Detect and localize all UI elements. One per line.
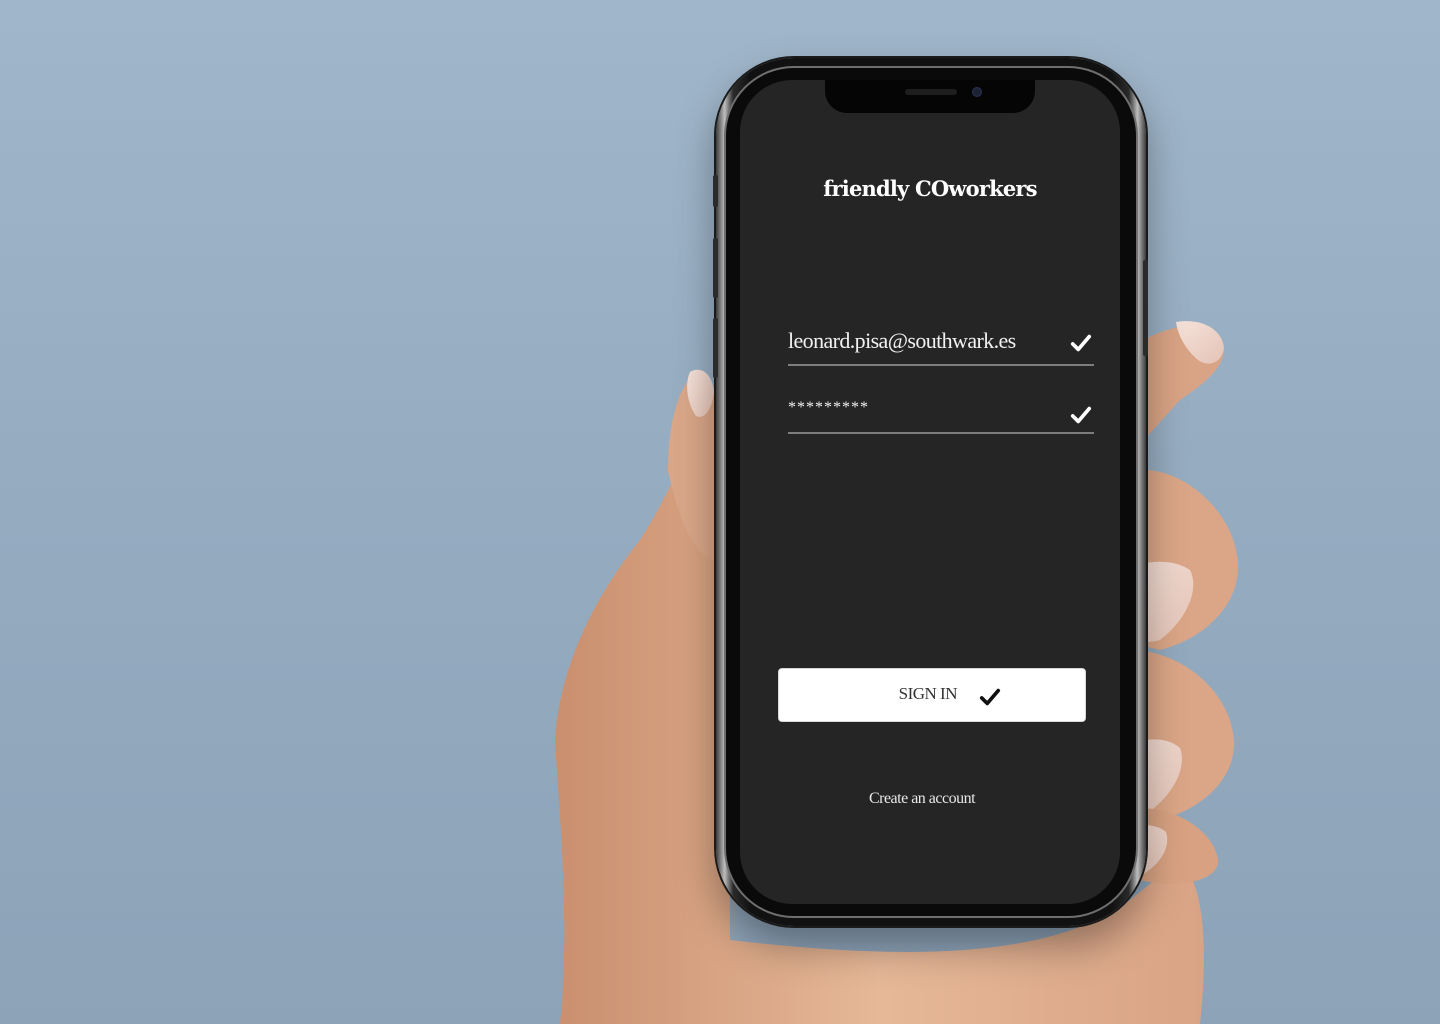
volume-down-button (713, 318, 718, 378)
volume-up-button (713, 238, 718, 298)
email-input-value[interactable]: leonard.pisa@southwark.es (788, 328, 1016, 354)
notch (825, 80, 1035, 113)
phone-screen: friendly COworkers leonard.pisa@southwar… (740, 80, 1120, 904)
check-icon (1070, 334, 1092, 352)
check-icon (1070, 406, 1092, 424)
speaker-grille (905, 89, 957, 95)
app-title: friendly COworkers (823, 176, 1037, 201)
check-icon (979, 688, 1001, 706)
email-field[interactable]: leonard.pisa@southwark.es (788, 326, 1094, 366)
side-button (713, 175, 718, 207)
power-button (1143, 260, 1148, 356)
sign-in-button[interactable]: SIGN IN (778, 668, 1086, 722)
front-camera-icon (972, 87, 982, 97)
create-account-link[interactable]: Create an account (740, 790, 1104, 808)
sign-in-label: SIGN IN (898, 684, 958, 703)
password-field[interactable]: ********* (788, 396, 1094, 434)
password-input-value[interactable]: ********* (788, 399, 869, 417)
